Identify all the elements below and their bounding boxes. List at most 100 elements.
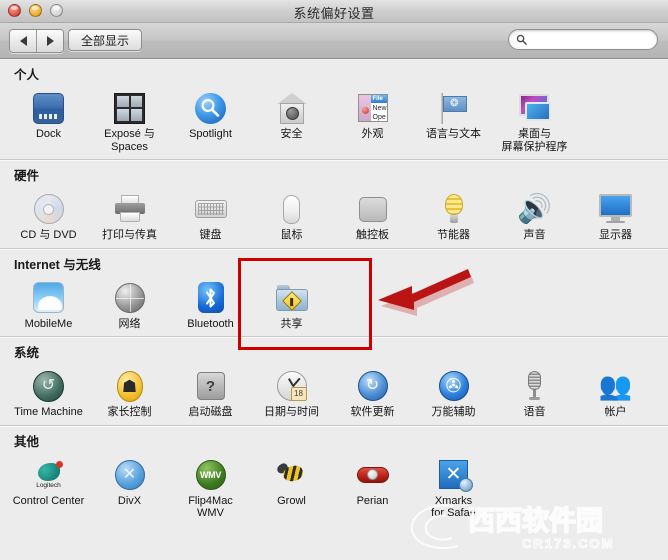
pref-label: 声音 (523, 229, 546, 241)
cd-dvd-icon (31, 191, 67, 227)
pref-item-mobileme[interactable]: MobileMe (8, 277, 89, 333)
pref-item-energy-saver[interactable]: 节能器 (413, 188, 494, 244)
pref-label: 家长控制 (107, 406, 152, 418)
show-all-label: 全部显示 (81, 33, 130, 48)
appearance-menu-title: File (370, 95, 387, 103)
pref-label: 外观 (361, 128, 384, 140)
pref-label: 触控板 (356, 229, 389, 241)
pref-label: CD 与 DVD (20, 229, 77, 241)
section-other: 其他 Logitech Control Center ✕ DivX WMV Fl… (0, 426, 668, 526)
section-hardware: 硬件 CD 与 DVD 打印与传真 键盘 鼠标 触控板 节能器 🔊 声音 显示器 (0, 160, 668, 248)
pref-item-appearance[interactable]: File New Ope 外观 (332, 87, 413, 155)
pref-label: 安全 (280, 128, 303, 140)
pref-label: 语言与文本 (426, 128, 481, 140)
pref-item-trackpad[interactable]: 触控板 (332, 188, 413, 244)
pref-label: Time Machine (14, 406, 83, 418)
pref-item-network[interactable]: 网络 (89, 277, 170, 333)
calendar-day: 18 (290, 387, 307, 401)
pref-item-cd-dvd[interactable]: CD 与 DVD (8, 188, 89, 244)
pref-label: 共享 (280, 317, 303, 330)
back-button[interactable] (10, 30, 36, 52)
pref-item-spotlight[interactable]: Spotlight (170, 87, 251, 155)
pref-label: Bluetooth (187, 317, 234, 330)
pref-item-keyboard[interactable]: 键盘 (170, 188, 251, 244)
grid-system: ↺ Time Machine ☗ 家长控制 ? 启动磁盘 18 日期与时间 ↻ … (0, 363, 668, 425)
search-field[interactable] (508, 29, 658, 50)
pref-item-growl[interactable]: Growl (251, 454, 332, 522)
section-personal: 个人 Dock Exposé 与 Spaces Spotlight 安全 Fil… (0, 59, 668, 159)
search-input[interactable] (530, 32, 649, 47)
pref-label: 节能器 (437, 229, 470, 241)
mouse-icon (274, 191, 310, 227)
pref-item-logitech-control-center[interactable]: Logitech Control Center (8, 454, 89, 522)
forward-button[interactable] (36, 30, 63, 52)
pref-item-desktop-screensaver[interactable]: 桌面与 屏幕保护程序 (494, 87, 575, 155)
speech-icon (517, 368, 553, 404)
time-machine-icon: ↺ (31, 368, 67, 404)
pref-item-date-time[interactable]: 18 日期与时间 (251, 365, 332, 421)
pref-item-perian[interactable]: Perian (332, 454, 413, 522)
universal-access-icon: ✇ (436, 368, 472, 404)
pref-item-bluetooth[interactable]: Bluetooth (170, 277, 251, 333)
keyboard-icon (193, 191, 229, 227)
pref-item-expose-spaces[interactable]: Exposé 与 Spaces (89, 87, 170, 155)
section-title-internet: Internet 与无线 (14, 257, 101, 272)
appearance-item-1: New (372, 105, 387, 112)
pref-item-parental-controls[interactable]: ☗ 家长控制 (89, 365, 170, 421)
pref-item-print-fax[interactable]: 打印与传真 (89, 188, 170, 244)
pref-label: 显示器 (599, 229, 632, 241)
pref-label: 桌面与 屏幕保护程序 (501, 128, 568, 153)
pref-item-xmarks-safari[interactable]: ✕ Xmarks for Safari (413, 454, 494, 522)
pref-item-language-text[interactable]: ❂ 语言与文本 (413, 87, 494, 155)
system-preferences-window: 系统偏好设置 全部显示 个人 Dock Exposé 与 Spaces Spot… (0, 0, 668, 560)
pref-label: 键盘 (199, 229, 222, 241)
pref-item-flip4mac-wmv[interactable]: WMV Flip4Mac WMV (170, 454, 251, 522)
logitech-control-center-icon: Logitech (31, 457, 67, 493)
parental-controls-icon: ☗ (112, 368, 148, 404)
date-time-icon: 18 (274, 368, 310, 404)
pref-item-startup-disk[interactable]: ? 启动磁盘 (170, 365, 251, 421)
pref-item-software-update[interactable]: ↻ 软件更新 (332, 365, 413, 421)
pref-item-universal-access[interactable]: ✇ 万能辅助 (413, 365, 494, 421)
grid-other: Logitech Control Center ✕ DivX WMV Flip4… (0, 452, 668, 526)
network-icon (112, 280, 148, 316)
pref-label: 鼠标 (280, 229, 303, 241)
xmarks-safari-icon: ✕ (436, 457, 473, 493)
pref-item-security[interactable]: 安全 (251, 87, 332, 155)
section-system: 系统 ↺ Time Machine ☗ 家长控制 ? 启动磁盘 18 日期与时间… (0, 337, 668, 425)
pref-label: MobileMe (24, 317, 73, 330)
pref-label: Perian (356, 494, 389, 507)
security-icon (274, 90, 310, 126)
pref-label: Spotlight (189, 128, 232, 140)
pref-label: 打印与传真 (102, 229, 157, 241)
pref-item-sharing[interactable]: 共享 (251, 277, 332, 333)
appearance-item-2: Ope (372, 114, 386, 121)
show-all-button[interactable]: 全部显示 (68, 29, 143, 51)
pref-item-mouse[interactable]: 鼠标 (251, 188, 332, 244)
pref-item-displays[interactable]: 显示器 (575, 188, 656, 244)
flag-emblem: ❂ (442, 95, 467, 112)
pref-item-dock[interactable]: Dock (8, 87, 89, 155)
flip4mac-wmv-icon: WMV (193, 457, 229, 493)
grid-personal: Dock Exposé 与 Spaces Spotlight 安全 File N… (0, 85, 668, 159)
pref-label: 语音 (523, 406, 546, 418)
logitech-wordmark: Logitech (36, 481, 61, 489)
pref-item-time-machine[interactable]: ↺ Time Machine (8, 365, 89, 421)
sharing-folder-icon (274, 280, 310, 316)
pref-item-accounts[interactable]: 👥 帐户 (575, 365, 656, 421)
pref-item-divx[interactable]: ✕ DivX (89, 454, 170, 522)
perian-icon (355, 457, 391, 493)
pref-item-sound[interactable]: 🔊 声音 (494, 188, 575, 244)
desktop-screensaver-icon (517, 90, 553, 126)
growl-icon (274, 457, 310, 493)
section-title-system: 系统 (14, 346, 40, 360)
dock-icon (31, 90, 67, 126)
section-title-personal: 个人 (14, 68, 40, 82)
displays-icon (598, 191, 634, 227)
print-fax-icon (112, 191, 148, 227)
section-title-hardware: 硬件 (14, 169, 40, 183)
language-text-icon: ❂ (436, 90, 472, 126)
pref-label: 帐户 (604, 406, 627, 418)
pref-label: DivX (117, 494, 142, 507)
pref-item-speech[interactable]: 语音 (494, 365, 575, 421)
